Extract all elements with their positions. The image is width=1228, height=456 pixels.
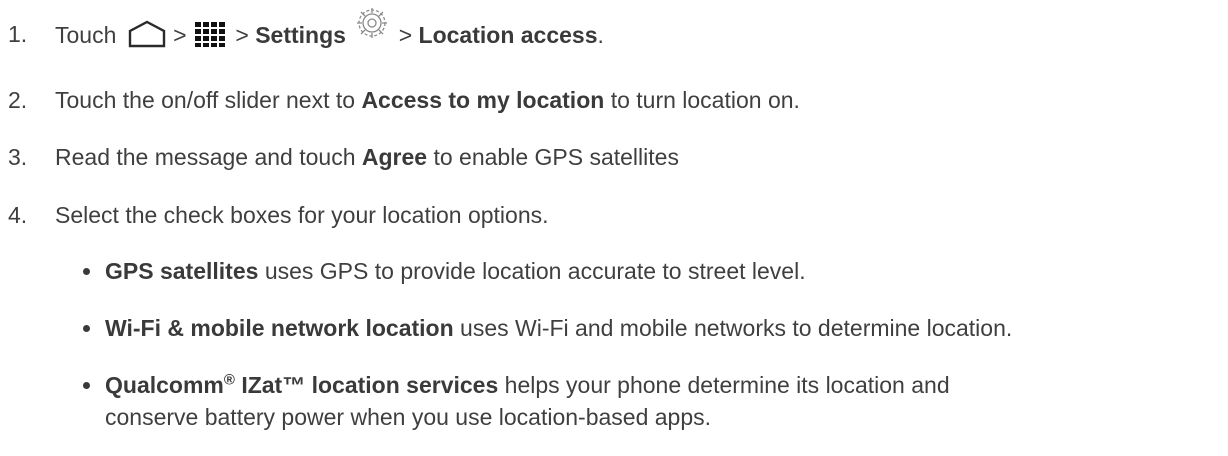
step-text: Select the check boxes for your location…: [55, 202, 549, 228]
step-number: 4.: [8, 202, 28, 228]
settings-label: Settings: [255, 22, 346, 49]
step-text-pre: Touch the on/off slider next to: [55, 87, 356, 113]
step-number: 3.: [8, 144, 28, 170]
step-number: 1.: [8, 21, 28, 47]
option-title-part: IZat™ location services: [241, 372, 499, 398]
option-description: uses GPS to provide location accurate to…: [264, 258, 806, 284]
option-text: Wi-Fi & mobile network location uses Wi-…: [105, 314, 1012, 342]
option-description: uses Wi-Fi and mobile networks to determ…: [460, 315, 1013, 341]
step-text: Touch the on/off slider next to Access t…: [55, 86, 800, 114]
step-text: Read the message and touch Agree to enab…: [55, 143, 679, 171]
location-access-label: Location access: [418, 22, 598, 49]
bullet-dot: [83, 268, 90, 275]
registered-mark: ®: [223, 371, 235, 389]
separator: >: [173, 22, 187, 49]
access-to-my-location-label: Access to my location: [361, 87, 605, 113]
separator: >: [235, 22, 249, 49]
option-title-part: Qualcomm: [105, 372, 224, 398]
option-description: helps your phone determine its location …: [504, 372, 950, 398]
option-text: Qualcomm® IZat™ location services helps …: [105, 371, 950, 399]
bullet-dot: [83, 325, 90, 332]
option-text: GPS satellites uses GPS to provide locat…: [105, 257, 806, 285]
settings-gear-icon: [352, 5, 392, 47]
apps-grid-icon: [193, 20, 229, 54]
step-number: 2.: [8, 87, 28, 113]
step-text-pre: Read the message and touch: [55, 144, 356, 170]
home-icon: [127, 20, 167, 54]
step-text: Touch > > Settings > Location access.: [55, 8, 604, 54]
step-text-post: to enable GPS satellites: [433, 144, 679, 170]
option-title: Wi-Fi & mobile network location: [105, 315, 454, 341]
option-title: GPS satellites: [105, 258, 259, 284]
agree-label: Agree: [361, 144, 428, 170]
option-description-line2: conserve battery power when you use loca…: [105, 404, 712, 430]
period: .: [597, 22, 604, 49]
bullet-dot: [83, 382, 90, 389]
touch-word: Touch: [55, 22, 117, 49]
step-text-post: to turn location on.: [610, 87, 800, 113]
separator: >: [398, 22, 413, 49]
